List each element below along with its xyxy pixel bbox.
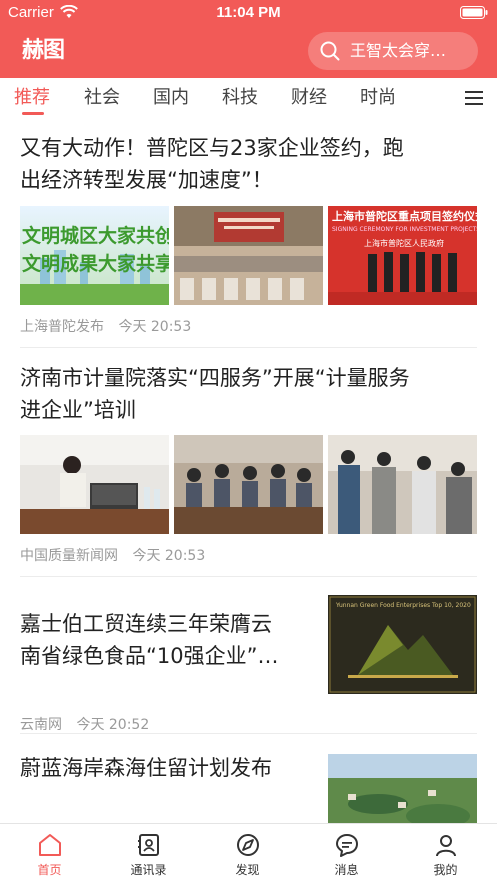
nav-label: 我的 [433,863,458,877]
article-thumbnail[interactable]: 文明城区大家共创 文明成果大家共享 [20,206,169,305]
article-title-line: 出经济转型发展“加速度”！ [20,168,273,192]
divider [20,733,477,734]
nav-home[interactable]: 首页 [0,824,99,883]
article-source: 上海普陀发布 [20,319,104,335]
banner-text: SIGNING CEREMONY FOR INVESTMENT PROJECTS [332,226,477,233]
tab-recommend[interactable]: 推荐 [14,86,50,110]
article-card[interactable]: 又有大动作！普陀区与23家企业签约，跑 出经济转型发展“加速度”！ 文明城区大家… [20,132,477,347]
nav-label: 消息 [334,863,359,877]
article-title-line: 又有大动作！普陀区与23家企业签约，跑 [20,136,404,160]
nav-label: 通讯录 [130,863,167,877]
news-feed[interactable]: 又有大动作！普陀区与23家企业签约，跑 出经济转型发展“加速度”！ 文明城区大家… [0,120,497,823]
status-time: 11:04 PM [216,4,281,21]
article-source: 云南网 [20,717,62,733]
article-thumbnail[interactable]: 上海市普陀区重点项目签约仪式 SIGNING CEREMONY FOR INVE… [328,206,477,305]
article-time: 今天 20:53 [132,548,206,564]
article-meta: 中国质量新闻网 今天 20:53 [20,545,215,565]
article-thumbnail[interactable]: Yunnan Green Food Enterprises Top 10, 20… [328,595,477,694]
battery-icon [460,6,488,19]
message-icon [336,834,358,857]
article-title[interactable]: 济南市计量院落实“四服务”开展“计量服务 进企业”培训 [20,362,477,426]
article-title-line: 进企业”培训 [20,398,136,422]
banner-text: 上海市普陀区人民政府 [364,238,444,248]
nav-discover[interactable]: 发现 [198,824,297,883]
nav-contacts[interactable]: 通讯录 [99,824,198,883]
app-logo: 赫图 [22,38,65,63]
article-title-line: 嘉士伯工贸连续三年荣膺云 [20,612,272,636]
article-card[interactable]: 济南市计量院落实“四服务”开展“计量服务 进企业”培训 中国质量新闻网 今天 2… [20,362,477,577]
banner-text: 文明城区大家共创 [22,224,169,247]
category-tabs: 推荐 社会 国内 科技 财经 时尚 [0,78,497,120]
contacts-icon [138,834,159,856]
banner-text: 文明成果大家共享 [22,252,169,275]
divider [20,576,477,577]
article-source: 中国质量新闻网 [20,548,118,564]
article-thumbnail[interactable] [20,435,169,534]
nav-messages[interactable]: 消息 [297,824,396,883]
search-placeholder: 王智太会穿… [350,41,447,60]
search-icon [320,41,340,61]
article-title-line: 蔚蓝海岸森海住留计划发布 [20,756,272,780]
app-header: Carrier 11:04 PM 赫图 王智太会穿… [0,0,497,78]
tab-fashion[interactable]: 时尚 [360,86,396,110]
article-title-line: 济南市计量院落实“四服务”开展“计量服务 [20,366,410,390]
article-images [20,435,477,534]
article-title-line: 南省绿色食品“10强企业”… [20,644,279,668]
bottom-tab-bar: 首页 通讯录 发现 消息 我的 [0,823,497,883]
banner-text: 上海市普陀区重点项目签约仪式 [332,209,477,223]
banner-text: Yunnan Green Food Enterprises Top 10, 20… [335,602,471,609]
article-thumbnail[interactable] [328,435,477,534]
article-thumbnail[interactable] [174,435,323,534]
article-thumbnail[interactable] [328,754,477,823]
tab-society[interactable]: 社会 [84,86,120,110]
tab-finance[interactable]: 财经 [291,86,327,110]
article-title[interactable]: 蔚蓝海岸森海住留计划发布 [20,752,310,784]
divider [20,347,477,348]
nav-label: 发现 [235,863,260,877]
article-images: 文明城区大家共创 文明成果大家共享 上海市普陀区重点项目签约仪式 SIGNING… [20,206,477,305]
article-meta: 云南网 今天 20:52 [20,714,159,734]
menu-icon[interactable] [465,90,483,106]
active-tab-indicator [22,112,44,115]
article-title[interactable]: 嘉士伯工贸连续三年荣膺云 南省绿色食品“10强企业”… [20,608,310,672]
article-title[interactable]: 又有大动作！普陀区与23家企业签约，跑 出经济转型发展“加速度”！ [20,132,477,196]
article-time: 今天 20:53 [118,319,192,335]
status-bar: Carrier 11:04 PM [0,0,497,26]
discover-icon [237,834,259,856]
article-time: 今天 20:52 [76,717,150,733]
article-meta: 上海普陀发布 今天 20:53 [20,316,201,336]
home-icon [39,834,61,856]
article-card[interactable]: 嘉士伯工贸连续三年荣膺云 南省绿色食品“10强企业”… Yunnan Green… [20,592,477,734]
profile-icon [436,835,456,857]
search-bar[interactable]: 王智太会穿… [308,32,478,70]
article-card[interactable]: 蔚蓝海岸森海住留计划发布 [20,748,477,823]
tab-domestic[interactable]: 国内 [153,86,189,110]
nav-label: 首页 [37,863,62,877]
article-thumbnail[interactable] [174,206,323,305]
tab-tech[interactable]: 科技 [222,86,258,110]
nav-profile[interactable]: 我的 [396,824,495,883]
